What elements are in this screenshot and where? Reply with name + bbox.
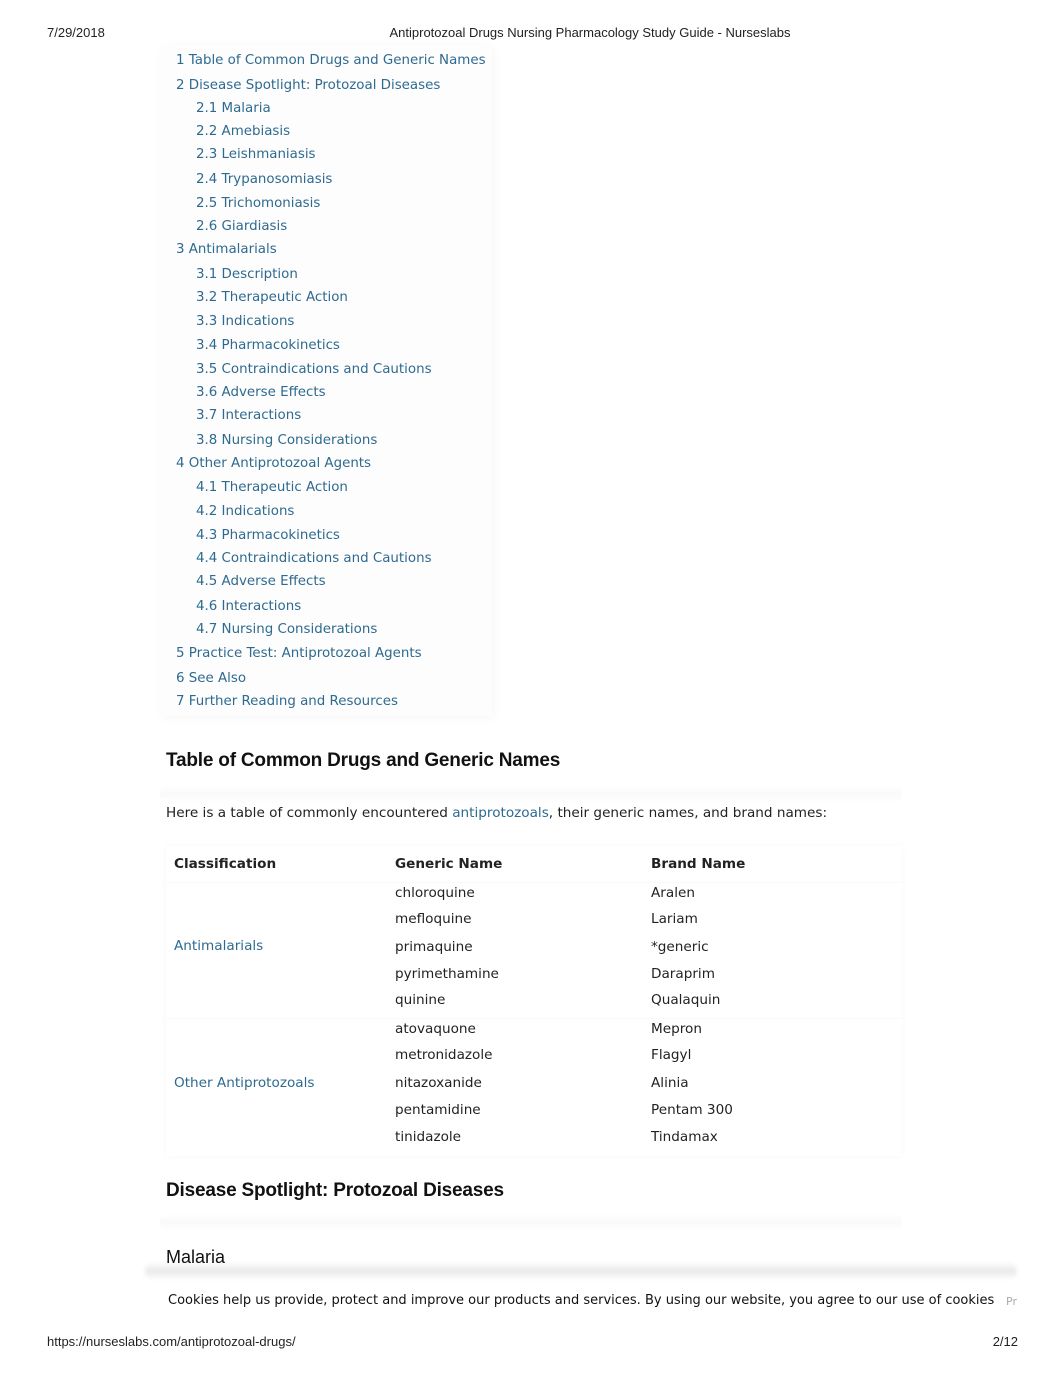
brand-name-cell: Pentam 300 (651, 1102, 733, 1118)
toc-item-3-6[interactable]: 3.6 Adverse Effects (196, 385, 326, 400)
heading-divider (160, 785, 902, 803)
toc-item-4-6[interactable]: 4.6 Interactions (196, 599, 301, 614)
row-divider (166, 1018, 902, 1019)
toc-item-3-5[interactable]: 3.5 Contraindications and Cautions (196, 362, 432, 377)
column-header-classification: Classification (174, 856, 277, 872)
toc-item-3-7[interactable]: 3.7 Interactions (196, 408, 301, 423)
brand-name-cell: Daraprim (651, 966, 715, 982)
toc-item-4[interactable]: 4 Other Antiprotozoal Agents (176, 456, 371, 471)
section-heading-disease-spotlight: Disease Spotlight: Protozoal Diseases (166, 1180, 504, 1201)
classification-antimalarials[interactable]: Antimalarials (174, 938, 263, 954)
toc-item-3-8[interactable]: 3.8 Nursing Considerations (196, 433, 377, 448)
cookie-notice-text: Cookies help us provide, protect and imp… (168, 1293, 995, 1308)
generic-name-cell: mefloquine (395, 911, 472, 927)
intro-paragraph: Here is a table of commonly encountered … (166, 805, 827, 821)
print-url: https://nurseslabs.com/antiprotozoal-dru… (47, 1334, 296, 1349)
toc-item-3-2[interactable]: 3.2 Therapeutic Action (196, 290, 348, 305)
toc-item-2-5[interactable]: 2.5 Trichomoniasis (196, 196, 320, 211)
generic-name-cell: tinidazole (395, 1129, 462, 1145)
toc-item-7[interactable]: 7 Further Reading and Resources (176, 694, 398, 709)
toc-item-2-2[interactable]: 2.2 Amebiasis (196, 124, 290, 139)
generic-name-cell: primaquine (395, 939, 473, 955)
cookie-privacy-link[interactable]: Pr (1006, 1295, 1017, 1308)
toc-item-6[interactable]: 6 See Also (176, 671, 246, 686)
cookie-bar-shadow (145, 1262, 1017, 1280)
generic-name-cell: atovaquone (395, 1021, 476, 1037)
row-divider (166, 882, 902, 883)
brand-name-cell: *generic (651, 939, 709, 955)
heading-divider (160, 1213, 902, 1231)
print-page-title: Antiprotozoal Drugs Nursing Pharmacology… (389, 25, 791, 40)
toc-item-4-7[interactable]: 4.7 Nursing Considerations (196, 622, 377, 637)
generic-name-cell: pentamidine (395, 1102, 481, 1118)
section-heading-drug-table: Table of Common Drugs and Generic Names (166, 750, 561, 771)
column-header-brand-name: Brand Name (651, 856, 746, 872)
toc-item-5[interactable]: 5 Practice Test: Antiprotozoal Agents (176, 646, 422, 661)
brand-name-cell: Flagyl (651, 1047, 692, 1063)
toc-item-4-2[interactable]: 4.2 Indications (196, 504, 294, 519)
drug-table: Classification Generic Name Brand Name A… (166, 846, 902, 1156)
toc-item-3[interactable]: 3 Antimalarials (176, 242, 277, 257)
toc-item-3-4[interactable]: 3.4 Pharmacokinetics (196, 338, 340, 353)
intro-text-before: Here is a table of commonly encountered (166, 805, 453, 821)
generic-name-cell: metronidazole (395, 1047, 493, 1063)
toc-item-2-4[interactable]: 2.4 Trypanosomiasis (196, 172, 332, 187)
toc-item-2-6[interactable]: 2.6 Giardiasis (196, 219, 287, 234)
brand-name-cell: Tindamax (651, 1129, 718, 1145)
toc-item-1[interactable]: 1 Table of Common Drugs and Generic Name… (176, 53, 486, 68)
toc-item-2-1[interactable]: 2.1 Malaria (196, 101, 271, 116)
toc-item-4-5[interactable]: 4.5 Adverse Effects (196, 574, 326, 589)
classification-other-antiprotozoals[interactable]: Other Antiprotozoals (174, 1075, 314, 1091)
generic-name-cell: pyrimethamine (395, 966, 499, 982)
brand-name-cell: Aralen (651, 885, 695, 901)
table-of-contents: 1 Table of Common Drugs and Generic Name… (160, 44, 492, 716)
toc-item-2-3[interactable]: 2.3 Leishmaniasis (196, 147, 316, 162)
toc-item-4-3[interactable]: 4.3 Pharmacokinetics (196, 528, 340, 543)
toc-item-4-4[interactable]: 4.4 Contraindications and Cautions (196, 551, 432, 566)
toc-item-3-3[interactable]: 3.3 Indications (196, 314, 294, 329)
print-page-number: 2/12 (992, 1334, 1018, 1349)
brand-name-cell: Mepron (651, 1021, 702, 1037)
brand-name-cell: Alinia (651, 1075, 689, 1091)
brand-name-cell: Lariam (651, 911, 698, 927)
toc-item-2[interactable]: 2 Disease Spotlight: Protozoal Diseases (176, 78, 440, 93)
toc-item-3-1[interactable]: 3.1 Description (196, 267, 298, 282)
column-header-generic-name: Generic Name (395, 856, 503, 872)
brand-name-cell: Qualaquin (651, 992, 721, 1008)
generic-name-cell: chloroquine (395, 885, 475, 901)
toc-item-4-1[interactable]: 4.1 Therapeutic Action (196, 480, 348, 495)
generic-name-cell: nitazoxanide (395, 1075, 482, 1091)
generic-name-cell: quinine (395, 992, 446, 1008)
antiprotozoals-link[interactable]: antiprotozoals (452, 805, 549, 821)
intro-text-after: , their generic names, and brand names: (548, 805, 828, 821)
